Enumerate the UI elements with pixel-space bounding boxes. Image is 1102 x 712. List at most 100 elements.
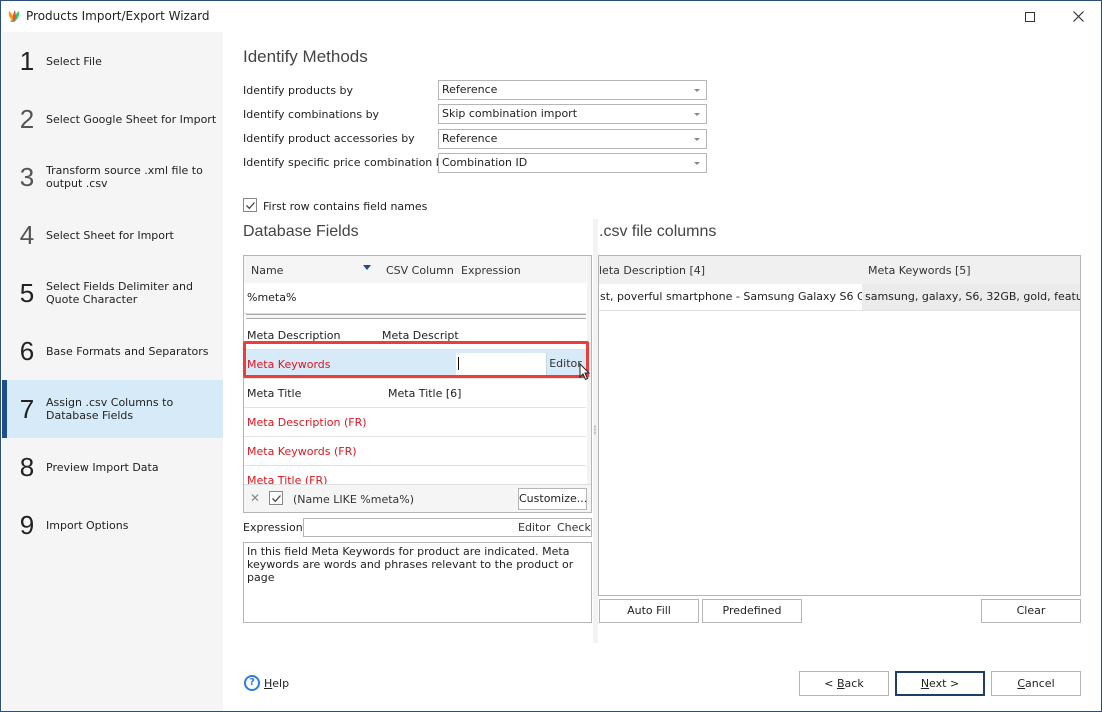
chevron-down-icon — [694, 162, 700, 165]
auto-fill-button[interactable]: Auto Fill — [599, 599, 699, 623]
step-label: Select File — [46, 54, 102, 68]
expression-check-link[interactable]: Check — [557, 521, 591, 534]
selected-value: Reference — [442, 132, 498, 145]
text-caret — [458, 357, 459, 370]
chevron-down-icon — [694, 89, 700, 92]
csv-column-value[interactable]: Meta Descript — [382, 329, 459, 342]
step-number: 9 — [19, 509, 35, 540]
close-button[interactable] — [1055, 1, 1101, 32]
csv-column-value[interactable]: Meta Title [6] — [388, 387, 461, 400]
checkmark-icon — [271, 494, 281, 502]
step-label: Assign .csv Columns to Database Fields — [46, 396, 174, 422]
csv-column-header[interactable]: Meta Keywords [5] — [868, 264, 971, 277]
clear-button[interactable]: Clear — [981, 599, 1081, 623]
csv-columns-title: .csv file columns — [599, 223, 717, 240]
field-name: Meta Description — [247, 329, 341, 342]
step-number: 8 — [19, 451, 35, 482]
clear-filter-icon[interactable]: ✕ — [250, 491, 260, 505]
database-fields-grid: Name CSV Column Expression %meta% Meta D… — [243, 255, 592, 513]
field-name: Meta Title — [247, 387, 302, 400]
editor-button[interactable]: Editor — [546, 353, 584, 375]
identify-specific-price-label: Identify specific price combination by — [243, 156, 450, 169]
field-name: Meta Description (FR) — [247, 416, 367, 429]
step-select-google-sheet[interactable]: 2 Select Google Sheet for Import — [2, 90, 223, 148]
identify-combinations-label: Identify combinations by — [243, 108, 380, 121]
step-base-formats[interactable]: 6 Base Formats and Separators — [2, 322, 223, 380]
table-row[interactable]: Meta Keywords (FR) — [244, 437, 586, 466]
first-row-label: First row contains field names — [263, 200, 428, 213]
database-fields-title: Database Fields — [243, 223, 359, 240]
filter-separator — [246, 314, 586, 319]
customize-button[interactable]: Customize... — [518, 488, 587, 510]
maximize-icon — [1025, 11, 1035, 22]
csv-cell[interactable]: st, poverful smartphone - Samsung Galaxy… — [599, 284, 862, 310]
step-label: Import Options — [46, 518, 129, 532]
column-header-csv-column[interactable]: CSV Column — [386, 264, 454, 277]
predefined-button[interactable]: Predefined — [702, 599, 802, 623]
filter-icon[interactable] — [363, 265, 371, 270]
csv-column-editor-input[interactable] — [456, 353, 546, 375]
expression-editor-link[interactable]: Editor — [518, 521, 551, 534]
step-select-file[interactable]: 1 Select File — [2, 32, 223, 90]
identify-accessories-label: Identify product accessories by — [243, 132, 415, 145]
identify-combinations-select[interactable]: Skip combination import — [438, 104, 707, 124]
step-assign-columns[interactable]: 7 Assign .csv Columns to Database Fields — [2, 380, 223, 438]
step-label: Select Google Sheet for Import — [46, 112, 217, 126]
grid-header: leta Description [4] Meta Keywords [5] — [599, 256, 1080, 284]
identify-products-select[interactable]: Reference — [438, 80, 707, 100]
step-label: Transform source .xml file to output .cs… — [46, 164, 203, 190]
table-row[interactable]: Meta Description Meta Descript — [244, 321, 586, 350]
table-row[interactable]: Meta Title Meta Title [6] — [244, 379, 586, 408]
filter-enabled-checkbox[interactable] — [269, 491, 283, 505]
identify-products-label: Identify products by — [243, 84, 354, 97]
selected-value: Combination ID — [442, 156, 528, 169]
csv-columns-grid: leta Description [4] Meta Keywords [5] s… — [598, 255, 1081, 596]
step-label: Select Fields Delimiter and Quote Charac… — [46, 280, 193, 306]
help-label: Help — [264, 676, 290, 690]
cancel-button[interactable]: Cancel — [991, 671, 1081, 696]
auto-filter-row[interactable]: %meta% — [244, 284, 586, 314]
step-transform-xml[interactable]: 3 Transform source .xml file to output .… — [2, 148, 223, 206]
identify-specific-price-select[interactable]: Combination ID — [438, 153, 707, 173]
step-delimiter[interactable]: 5 Select Fields Delimiter and Quote Char… — [2, 264, 223, 322]
identify-accessories-select[interactable]: Reference — [438, 129, 707, 149]
grip-icon — [594, 425, 596, 435]
csv-column-header[interactable]: leta Description [4] — [599, 264, 705, 277]
step-import-options[interactable]: 9 Import Options — [2, 496, 223, 554]
next-button[interactable]: Next > — [895, 671, 985, 696]
table-row[interactable]: st, poverful smartphone - Samsung Galaxy… — [599, 284, 1080, 311]
maximize-button[interactable] — [1007, 1, 1053, 32]
selected-value: Skip combination import — [442, 107, 578, 120]
title-bar: Products Import/Export Wizard — [1, 1, 1101, 32]
filter-summary[interactable]: (Name LIKE %meta%) — [293, 493, 414, 506]
step-preview[interactable]: 8 Preview Import Data — [2, 438, 223, 496]
back-button[interactable]: < Back — [799, 671, 889, 696]
table-row[interactable]: Meta Description (FR) — [244, 408, 586, 437]
expression-label: Expression — [243, 521, 303, 534]
step-number: 3 — [19, 161, 35, 192]
first-row-checkbox[interactable] — [243, 198, 257, 212]
step-number: 2 — [19, 103, 35, 134]
chevron-down-icon — [694, 113, 700, 116]
wizard-window: Products Import/Export Wizard 1 Select F… — [0, 0, 1102, 712]
csv-cell[interactable]: samsung, galaxy, S6, 32GB, gold, feature… — [862, 284, 1080, 310]
help-link[interactable]: ? Help — [244, 675, 289, 691]
name-filter-value[interactable]: %meta% — [247, 291, 296, 304]
checkmark-icon — [245, 201, 255, 209]
selected-value: Reference — [442, 83, 498, 96]
wizard-steps-sidebar: 1 Select File 2 Select Google Sheet for … — [2, 32, 223, 711]
step-label: Select Sheet for Import — [46, 228, 174, 242]
step-select-sheet[interactable]: 4 Select Sheet for Import — [2, 206, 223, 264]
expression-input[interactable]: Editor Check — [303, 518, 592, 537]
column-header-name[interactable]: Name — [251, 264, 283, 277]
field-description: In this field Meta Keywords for product … — [243, 542, 592, 623]
step-number: 7 — [19, 393, 35, 424]
window-title: Products Import/Export Wizard — [26, 9, 210, 23]
chevron-down-icon — [694, 138, 700, 141]
vertical-scrollbar[interactable] — [587, 256, 591, 484]
step-label: Preview Import Data — [46, 460, 159, 474]
step-number: 4 — [19, 219, 35, 250]
column-header-expression[interactable]: Expression — [461, 264, 521, 277]
table-row-selected[interactable]: Meta Keywords Editor — [244, 350, 586, 379]
step-number: 6 — [19, 335, 35, 366]
